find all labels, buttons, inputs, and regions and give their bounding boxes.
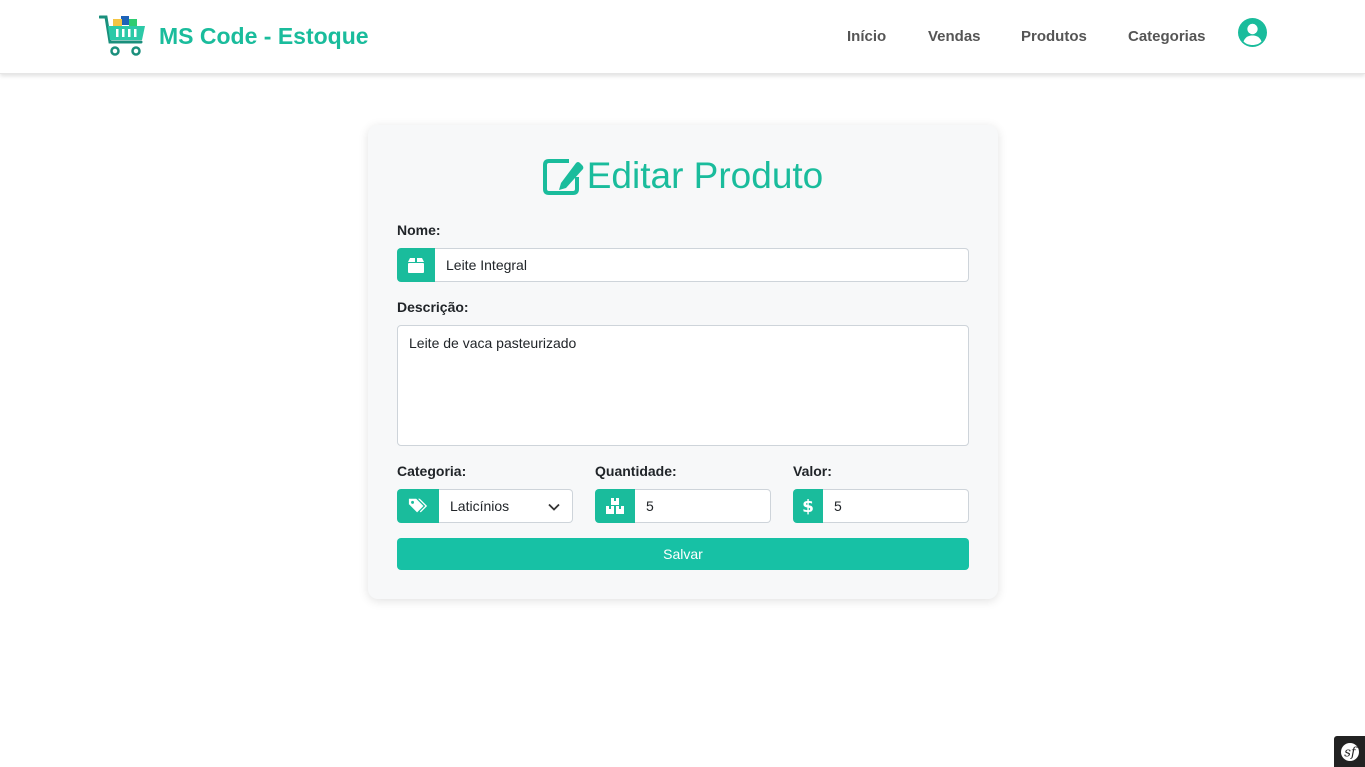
categoria-input-group: Laticínios xyxy=(397,489,573,523)
dollar-icon: $ xyxy=(793,489,823,523)
nome-label: Nome: xyxy=(397,222,441,238)
shopping-cart-icon xyxy=(99,15,145,56)
boxes-icon xyxy=(595,489,635,523)
nome-input[interactable]: Leite Integral xyxy=(435,248,969,282)
valor-input[interactable]: 5 xyxy=(823,489,969,523)
nav-link-categorias[interactable]: Categorias xyxy=(1128,28,1206,45)
quantidade-input[interactable]: 5 xyxy=(635,489,771,523)
categoria-select[interactable]: Laticínios xyxy=(439,489,573,523)
nav-link-inicio[interactable]: Início xyxy=(847,28,886,45)
chevron-down-icon xyxy=(548,503,560,511)
quantidade-label: Quantidade: xyxy=(595,463,677,479)
nav-link-vendas[interactable]: Vendas xyxy=(928,28,981,45)
edit-product-card: Editar Produto Nome: Leite Integral Desc… xyxy=(368,125,998,599)
quantidade-input-group: 5 xyxy=(595,489,771,523)
categoria-label: Categoria: xyxy=(397,463,467,479)
valor-label: Valor: xyxy=(793,463,832,479)
brand-link[interactable]: MS Code - Estoque xyxy=(99,14,369,58)
descricao-label: Descrição: xyxy=(397,299,469,315)
symfony-toolbar-icon[interactable]: sf xyxy=(1334,736,1365,767)
nome-input-group: Leite Integral xyxy=(397,248,969,282)
descricao-textarea[interactable]: Leite de vaca pasteurizado xyxy=(397,325,969,446)
page-title-text: Editar Produto xyxy=(586,155,824,196)
save-button[interactable]: Salvar xyxy=(397,538,969,570)
page-title: Editar Produto xyxy=(368,155,998,197)
user-circle-icon[interactable] xyxy=(1238,18,1267,47)
brand-title: MS Code - Estoque xyxy=(159,22,369,49)
box-icon xyxy=(397,248,435,282)
navbar: MS Code - Estoque Início Vendas Produtos… xyxy=(0,0,1365,74)
symfony-logo-icon: sf xyxy=(1340,742,1359,761)
categoria-selected-value: Laticínios xyxy=(450,498,510,514)
edit-icon xyxy=(542,159,584,195)
valor-input-group: $ 5 xyxy=(793,489,969,523)
nav-link-produtos[interactable]: Produtos xyxy=(1021,28,1087,45)
tags-icon xyxy=(397,489,439,523)
svg-text:$: $ xyxy=(802,497,814,516)
